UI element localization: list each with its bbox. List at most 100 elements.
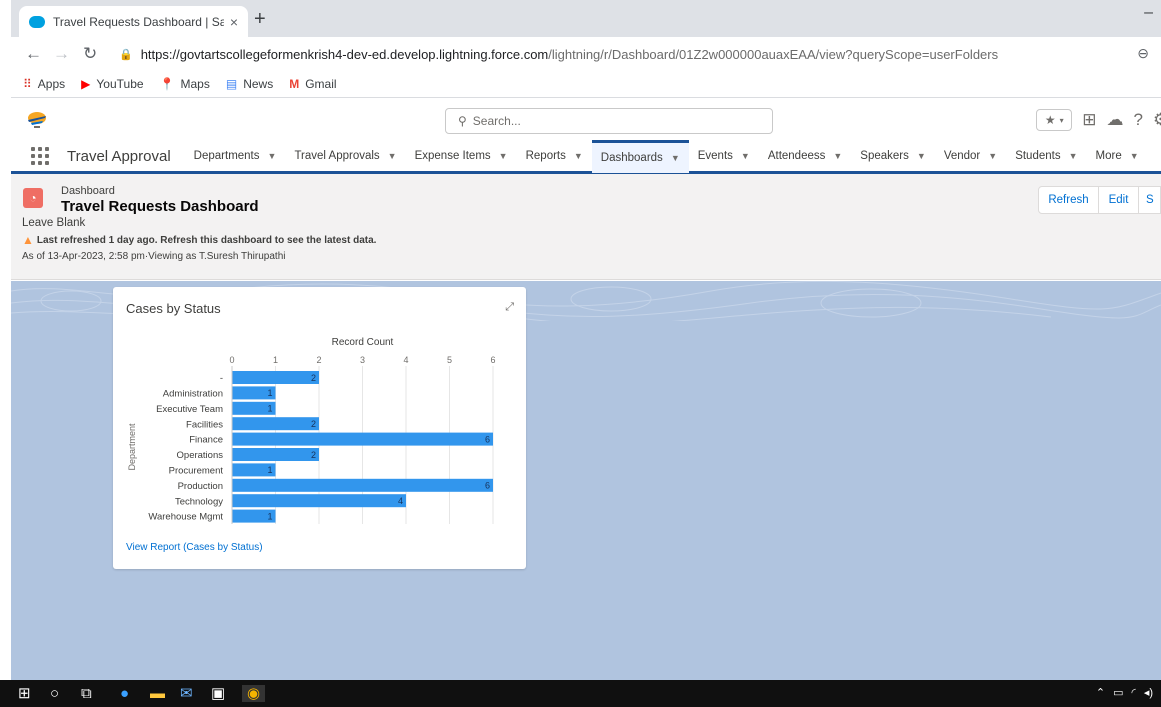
bookmark-news[interactable]: ▤ News	[226, 77, 273, 91]
back-arrow-icon[interactable]: ←	[25, 44, 42, 64]
bar	[232, 494, 406, 508]
trailhead-icon[interactable]: ☁	[1107, 110, 1124, 130]
x-tick-label: 0	[229, 355, 234, 365]
global-actions-icon[interactable]: ⊞	[1082, 110, 1096, 130]
dashboard-gauge-icon: ◔	[23, 188, 43, 208]
data-label: 2	[311, 450, 316, 460]
bookmarks-bar: ⠿ Apps ▶ YouTube 📍 Maps ▤ News M Gmail	[11, 71, 1161, 98]
search-circle-icon[interactable]: ○	[50, 685, 59, 702]
gmail-icon: M	[289, 77, 300, 91]
data-label: 1	[267, 511, 272, 521]
chevron-down-icon: ▼	[267, 151, 277, 161]
system-tray: ⌃ ▭ ◜ ◂)	[1096, 686, 1153, 699]
chevron-down-icon: ▼	[740, 151, 750, 161]
battery-icon[interactable]: ▭	[1113, 686, 1123, 699]
warning-icon: ▲	[22, 233, 34, 247]
chevron-down-icon: ▼	[670, 152, 680, 163]
edge-browser-icon[interactable]: ●	[120, 685, 129, 702]
data-label: 1	[267, 465, 272, 475]
x-tick-label: 4	[403, 355, 408, 365]
refresh-warning: ▲ Last refreshed 1 day ago. Refresh this…	[22, 233, 377, 247]
wifi-icon[interactable]: ◜	[1132, 686, 1136, 699]
dashboard-subtitle: Leave Blank	[22, 217, 86, 229]
file-explorer-icon[interactable]: ▬	[150, 685, 165, 702]
data-label: 1	[267, 388, 272, 398]
mail-icon[interactable]: ✉	[180, 685, 193, 702]
help-icon[interactable]: ?	[1134, 110, 1143, 130]
volume-icon[interactable]: ◂)	[1144, 686, 1153, 699]
as-of-text: As of 13-Apr-2023, 2:58 pm·Viewing as T.…	[22, 251, 286, 262]
category-label: -	[220, 373, 223, 384]
nav-item-vendor[interactable]: Vendor ▼	[935, 141, 1006, 171]
nav-item-reports[interactable]: Reports ▼	[517, 141, 592, 171]
app-name: Travel Approval	[67, 147, 171, 165]
category-label: Finance	[189, 435, 223, 446]
view-report-link[interactable]: View Report (Cases by Status)	[126, 542, 263, 553]
component-title: Cases by Status	[126, 301, 221, 316]
chevron-down-icon: ▼	[498, 151, 508, 161]
search-icon: ⚲	[458, 114, 467, 128]
browser-tab[interactable]: Travel Requests Dashboard | Sale ×	[19, 6, 248, 37]
x-tick-label: 6	[490, 355, 495, 365]
x-axis-title: Record Count	[332, 337, 394, 348]
os-taskbar: ⊞ ○ ⧉ ● ▬ ✉ ▣ ◉ ⌃ ▭ ◜ ◂)	[0, 680, 1161, 707]
app-launcher-icon[interactable]	[31, 147, 49, 165]
nav-item-expense-items[interactable]: Expense Items ▼	[406, 141, 517, 171]
task-view-icon[interactable]: ⧉	[81, 685, 92, 702]
lock-icon: 🔒	[119, 48, 133, 61]
setup-gear-icon[interactable]: ⚙	[1153, 110, 1161, 130]
address-bar-row: ← → ↻ 🔒 https://govtartscollegeformenkri…	[11, 37, 1161, 71]
chevron-down-icon: ▼	[1068, 151, 1078, 161]
windows-start-icon[interactable]: ⊞	[18, 685, 31, 702]
minimize-window-button[interactable]: –	[1144, 4, 1153, 22]
nav-item-more[interactable]: More ▼	[1087, 141, 1148, 171]
zoom-icon[interactable]: ⊖	[1137, 45, 1149, 62]
chevron-down-icon: ▼	[833, 151, 843, 161]
close-tab-icon[interactable]: ×	[230, 14, 238, 30]
global-search-input[interactable]: ⚲ Search...	[445, 108, 773, 134]
chevron-down-icon: ▼	[573, 151, 583, 161]
dashboard-component-card: Cases by Status ⤢ Record Count 0 1 2 3 4 5 6 Dep…	[113, 287, 526, 569]
refresh-button[interactable]: Refresh	[1038, 186, 1099, 214]
browser-tab-bar: Travel Requests Dashboard | Sale × + –	[11, 0, 1161, 37]
url-host: https://govtartscollegeformenkrish4-dev-…	[140, 46, 549, 62]
category-label: Facilities	[186, 419, 223, 430]
favorites-button[interactable]: ★ ▾	[1036, 109, 1073, 131]
x-tick-label: 1	[273, 355, 278, 365]
bar	[232, 448, 319, 461]
chevron-down-icon: ▼	[916, 151, 926, 161]
bookmark-maps[interactable]: 📍 Maps	[160, 77, 210, 91]
nav-item-dashboards[interactable]: Dashboards ▼	[591, 139, 689, 173]
chrome-icon[interactable]: ◉	[242, 685, 266, 702]
subscribe-button[interactable]: S	[1139, 186, 1161, 214]
bookmark-youtube[interactable]: ▶ YouTube	[81, 77, 143, 91]
new-tab-button[interactable]: +	[254, 9, 266, 29]
bookmark-apps[interactable]: ⠿ Apps	[23, 77, 65, 91]
nav-item-travel-approvals[interactable]: Travel Approvals ▼	[285, 141, 405, 171]
data-label: 1	[267, 404, 272, 414]
nav-item-attendeess[interactable]: Attendeess ▼	[759, 141, 851, 171]
bar	[232, 432, 493, 446]
url-field[interactable]: 🔒 https://govtartscollegeformenkrish4-de…	[119, 40, 1149, 68]
bar	[232, 371, 319, 384]
bookmark-gmail[interactable]: M Gmail	[289, 77, 336, 91]
reload-icon[interactable]: ↻	[83, 44, 97, 64]
expand-icon[interactable]: ⤢	[505, 301, 514, 314]
nav-item-departments[interactable]: Departments ▼	[185, 141, 286, 171]
category-label: Executive Team	[156, 404, 223, 415]
global-header: ⚲ Search... ★ ▾ ⊞ ☁ ? ⚙	[11, 99, 1161, 141]
data-label: 2	[311, 419, 316, 429]
apps-grid-icon: ⠿	[23, 77, 32, 91]
chevron-up-icon[interactable]: ⌃	[1096, 686, 1105, 699]
url-path: /lightning/r/Dashboard/01Z2w000000auaxEA…	[548, 46, 999, 62]
nav-item-students[interactable]: Students ▼	[1006, 141, 1086, 171]
nav-item-events[interactable]: Events ▼	[689, 141, 759, 171]
edit-button[interactable]: Edit	[1099, 186, 1139, 214]
bar	[232, 417, 319, 431]
store-icon[interactable]: ▣	[211, 685, 225, 702]
nav-item-speakers[interactable]: Speakers ▼	[851, 141, 935, 171]
category-label: Warehouse Mgmt	[148, 512, 223, 523]
category-label: Administration	[163, 388, 223, 399]
forward-arrow-icon[interactable]: →	[53, 44, 70, 64]
chevron-down-icon: ▼	[387, 151, 397, 161]
